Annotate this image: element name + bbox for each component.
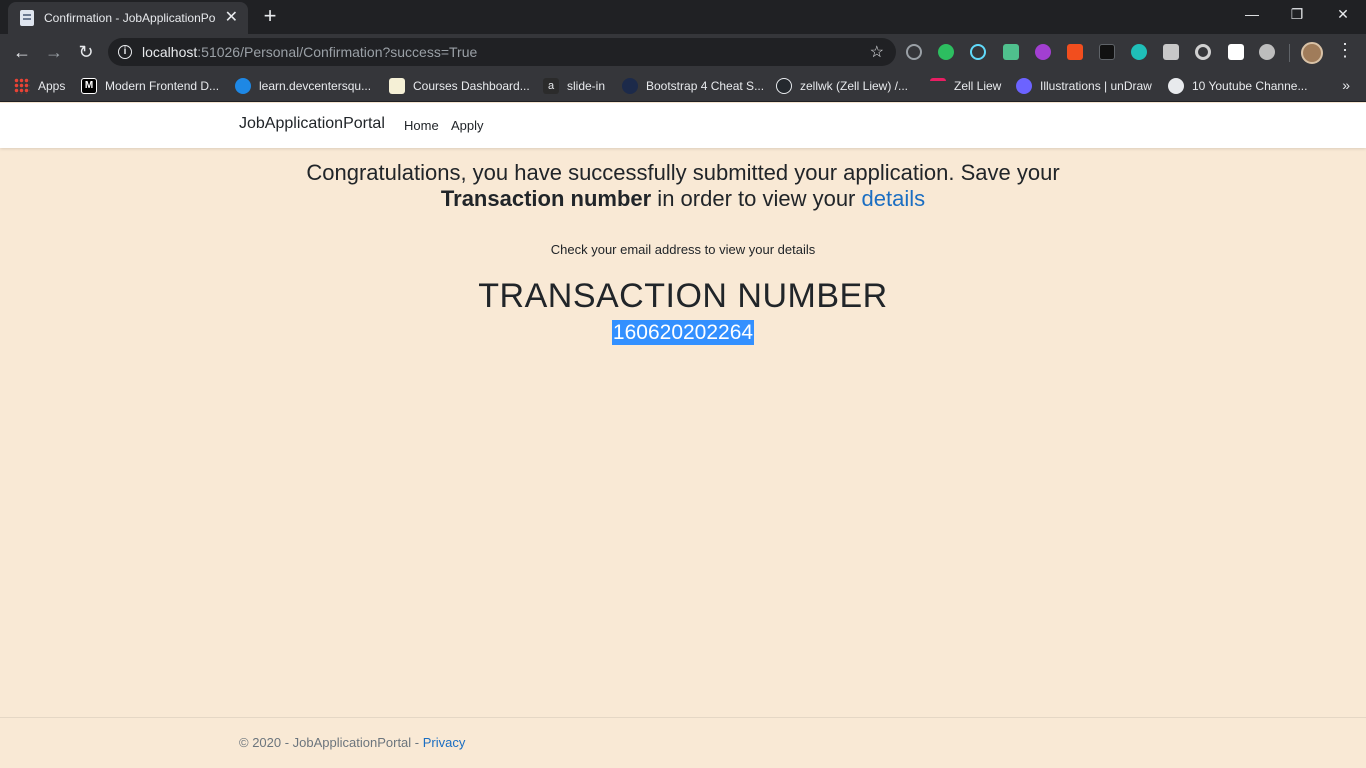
bookmark-slide-in[interactable]: a slide-in — [543, 76, 605, 96]
extension-m-icon[interactable] — [1131, 44, 1147, 60]
close-window-icon[interactable]: ✕ — [1320, 0, 1366, 30]
email-note: Check your email address to view your de… — [550, 242, 816, 257]
bookmark-label: learn.devcentersqu... — [259, 79, 372, 93]
vue-devtools-icon[interactable] — [1003, 44, 1019, 60]
navbar-brand[interactable]: JobApplicationPortal — [239, 115, 385, 133]
back-icon[interactable]: ← — [8, 38, 36, 66]
medium-icon: M — [81, 78, 97, 94]
extension-translate-icon[interactable] — [1067, 44, 1083, 60]
bookmark-label: Courses Dashboard... — [413, 79, 530, 93]
bookmark-label: Modern Frontend D... — [105, 79, 220, 93]
details-link[interactable]: details — [862, 186, 926, 211]
bookmark-zell-liew[interactable]: Zell Liew — [930, 76, 1001, 96]
minimize-icon[interactable]: — — [1229, 0, 1275, 30]
url-text[interactable]: localhost:51026/Personal/Confirmation?su… — [142, 44, 477, 60]
undraw-icon — [1016, 78, 1032, 94]
bookmark-zellwk-github[interactable]: zellwk (Zell Liew) /... — [776, 76, 908, 96]
new-tab-button[interactable]: + — [258, 5, 282, 29]
bookmark-label: zellwk (Zell Liew) /... — [800, 79, 909, 93]
congrats-middle-text: in order to view your — [651, 186, 862, 211]
site-navbar: JobApplicationPortal Home Apply — [0, 103, 1366, 148]
bookmark-modern-frontend[interactable]: M Modern Frontend D... — [81, 76, 219, 96]
tab-close-icon[interactable]: ✕ — [225, 10, 238, 26]
tab-title: Confirmation - JobApplicationPo — [44, 11, 216, 25]
extension-sync-icon[interactable] — [906, 44, 922, 60]
hashnode-icon — [622, 78, 638, 94]
nav-apply[interactable]: Apply — [451, 118, 484, 133]
browser-titlebar: Confirmation - JobApplicationPo ✕ + — ❐ … — [0, 0, 1366, 34]
bookmarks-overflow-icon[interactable]: » — [1342, 77, 1350, 93]
bookmark-label: Illustrations | unDraw — [1040, 79, 1152, 93]
transaction-number-emphasis: Transaction number — [440, 186, 652, 211]
nav-home[interactable]: Home — [404, 118, 439, 133]
restore-icon[interactable]: ❐ — [1274, 0, 1320, 30]
bookmarks-bar: Apps M Modern Frontend D... learn.devcen… — [0, 70, 1366, 102]
profile-avatar[interactable] — [1301, 42, 1323, 64]
url-host: localhost — [142, 44, 198, 60]
extension-link-icon[interactable] — [1259, 44, 1275, 60]
devcenter-icon — [235, 78, 251, 94]
github-icon — [776, 78, 792, 94]
extension-pen-icon[interactable] — [1228, 44, 1244, 60]
react-devtools-icon[interactable] — [970, 44, 986, 60]
browser-menu-icon[interactable]: ⋮ — [1336, 40, 1354, 61]
address-bar[interactable]: i localhost:51026/Personal/Confirmation?… — [108, 38, 896, 66]
browser-toolbar: ← → ↻ i localhost:51026/Personal/Confirm… — [0, 34, 1366, 70]
zell-icon — [930, 78, 946, 94]
bookmark-apps[interactable]: Apps — [14, 76, 65, 96]
transaction-number-value[interactable]: 160620202264 — [611, 320, 755, 345]
browser-tab[interactable]: Confirmation - JobApplicationPo ✕ — [8, 2, 248, 34]
trello-icon[interactable] — [1163, 44, 1179, 60]
extension-box-icon[interactable] — [1099, 44, 1115, 60]
a-icon: a — [543, 78, 559, 94]
footer-text: © 2020 - JobApplicationPortal - Privacy — [239, 735, 465, 750]
page-favicon-icon — [20, 10, 34, 26]
extension-purple-icon[interactable] — [1035, 44, 1051, 60]
congratulations-message: Congratulations, you have successfully s… — [283, 160, 1083, 212]
bookmark-label: slide-in — [567, 79, 606, 93]
site-footer: © 2020 - JobApplicationPortal - Privacy — [0, 717, 1366, 768]
crown-icon — [389, 78, 405, 94]
bookmark-label: 10 Youtube Channe... — [1192, 79, 1308, 93]
footer-copyright: © 2020 - JobApplicationPortal - — [239, 735, 423, 750]
bookmark-courses-dashboard[interactable]: Courses Dashboard... — [389, 76, 530, 96]
globe-icon — [1168, 78, 1184, 94]
extension-my-icon[interactable] — [938, 44, 954, 60]
confirmation-content: Congratulations, you have successfully s… — [0, 160, 1366, 345]
bookmark-youtube-channels[interactable]: 10 Youtube Channe... — [1168, 76, 1307, 96]
apps-grid-icon — [14, 78, 30, 94]
toolbar-divider — [1289, 44, 1290, 62]
bookmark-star-icon[interactable]: ☆ — [870, 42, 884, 62]
bookmark-label: Zell Liew — [954, 79, 1002, 93]
bookmark-label: Bootstrap 4 Cheat S... — [646, 79, 765, 93]
reload-icon[interactable]: ↻ — [72, 38, 100, 66]
bookmark-label: Apps — [38, 79, 66, 93]
transaction-number-heading: TRANSACTION NUMBER — [478, 277, 888, 315]
bookmark-devcenter[interactable]: learn.devcentersqu... — [235, 76, 371, 96]
privacy-link[interactable]: Privacy — [423, 735, 466, 750]
forward-icon[interactable]: → — [40, 38, 68, 66]
url-path: :51026/Personal/Confirmation?success=Tru… — [197, 44, 478, 60]
extension-target-icon[interactable] — [1195, 44, 1211, 60]
site-info-icon[interactable]: i — [118, 45, 132, 59]
bookmark-bootstrap-cheat[interactable]: Bootstrap 4 Cheat S... — [622, 76, 764, 96]
congrats-text: Congratulations, you have successfully s… — [306, 160, 1060, 185]
bookmark-undraw[interactable]: Illustrations | unDraw — [1016, 76, 1152, 96]
